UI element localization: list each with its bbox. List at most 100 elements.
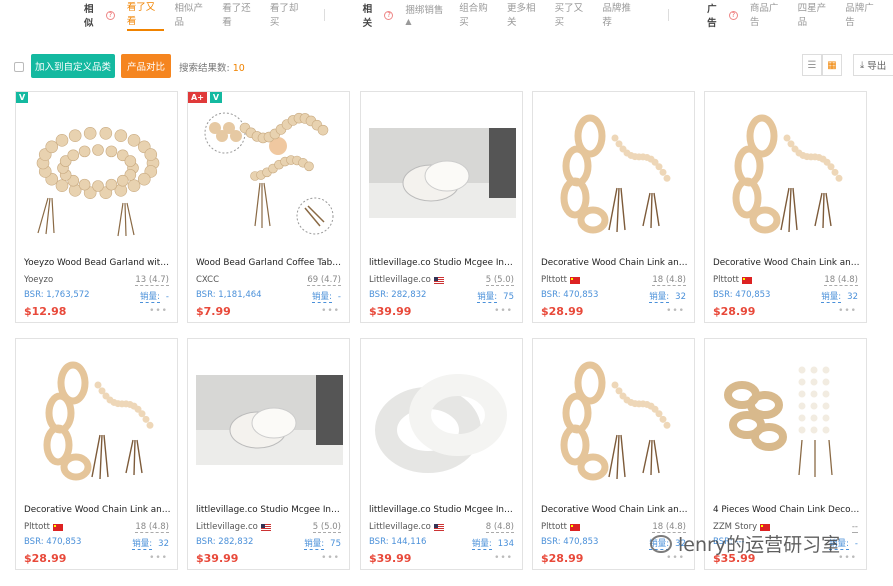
- product-image[interactable]: [24, 100, 171, 245]
- product-title[interactable]: Decorative Wood Chain Link and Bead: [713, 258, 860, 268]
- review-count[interactable]: 18 (4.8): [824, 275, 858, 286]
- watermark: lenry的运营研习室: [650, 530, 840, 557]
- product-title[interactable]: Decorative Wood Chain Link and Bead: [541, 258, 688, 268]
- sales-volume: 销量: 32: [649, 292, 686, 303]
- product-title[interactable]: Wood Bead Garland Coffee Table Decor: [196, 258, 343, 268]
- product-title[interactable]: littlevillage.co Studio Mcgee Inspired: [196, 505, 343, 515]
- hat-icon: ▲: [405, 16, 412, 26]
- tab-brand-recommend[interactable]: 品牌推荐: [602, 0, 640, 30]
- a-plus-badge: A+: [188, 92, 207, 103]
- product-image[interactable]: [541, 347, 688, 492]
- tab-product-ads[interactable]: 商品广告: [750, 0, 788, 30]
- product-brand[interactable]: Plttott: [541, 275, 581, 285]
- product-price: $28.99: [541, 305, 584, 318]
- verified-badge: V: [16, 92, 29, 103]
- product-card[interactable]: Decorative Wood Chain Link and Bead Pltt…: [704, 91, 867, 323]
- product-title[interactable]: Decorative Wood Chain Link and Bead: [24, 505, 171, 515]
- product-image[interactable]: [541, 100, 688, 245]
- tab-brand-ads[interactable]: 品牌广告: [845, 0, 883, 30]
- product-card[interactable]: Decorative Wood Chain Link and Bead Pltt…: [532, 91, 695, 323]
- product-image[interactable]: [196, 347, 343, 492]
- tab-similar-products[interactable]: 相似产品: [174, 0, 212, 30]
- bsr-rank: BSR: 470,853: [24, 537, 82, 547]
- tab-more-related[interactable]: 更多相关: [507, 0, 545, 30]
- review-count[interactable]: 13 (4.7): [135, 275, 169, 286]
- product-title[interactable]: littlevillage.co Studio Mcgee Inspired: [369, 258, 516, 268]
- product-price: $28.99: [24, 552, 67, 565]
- review-count[interactable]: 5 (5.0): [485, 275, 514, 286]
- us-flag-icon: [433, 523, 444, 531]
- compare-button[interactable]: 产品对比: [121, 54, 171, 78]
- product-brand[interactable]: Littlevillage.co: [196, 522, 271, 532]
- toolbar: 加入到自定义品类 产品对比 搜索结果数: 10 ☰ ▦ ⤓ 导出: [0, 54, 893, 80]
- tab-bundle[interactable]: 捆绑销售▲: [405, 2, 449, 29]
- more-options-icon[interactable]: •••: [321, 553, 340, 563]
- product-card[interactable]: littlevillage.co Studio Mcgee Inspired L…: [187, 338, 350, 570]
- help-icon[interactable]: ?: [728, 10, 738, 20]
- bsr-rank: BSR: 282,832: [196, 537, 254, 547]
- product-brand[interactable]: Plttott: [24, 522, 64, 532]
- product-brand[interactable]: Littlevillage.co: [369, 275, 444, 285]
- bsr-rank: BSR: 144,116: [369, 537, 427, 547]
- tab-bought-also-bought[interactable]: 买了又买: [555, 0, 593, 30]
- product-title[interactable]: Decorative Wood Chain Link and Bead: [541, 505, 688, 515]
- review-count[interactable]: 18 (4.8): [652, 275, 686, 286]
- more-options-icon[interactable]: •••: [838, 306, 857, 316]
- related-group: 相关? 捆绑销售▲ 组合购买 更多相关 买了又买 品牌推荐: [363, 0, 650, 30]
- product-card[interactable]: Decorative Wood Chain Link and Bead Pltt…: [15, 338, 178, 570]
- similar-title: 相似?: [84, 1, 115, 29]
- more-options-icon[interactable]: •••: [149, 306, 168, 316]
- similar-group: 相似? 看了又看 相似产品 看了还看 看了却买: [84, 0, 318, 31]
- product-image[interactable]: [369, 100, 516, 245]
- product-image[interactable]: [369, 347, 516, 492]
- review-count[interactable]: 69 (4.7): [307, 275, 341, 286]
- product-title[interactable]: littlevillage.co Studio Mcgee Inspired: [369, 505, 516, 515]
- top-tab-bar: 相似? 看了又看 相似产品 看了还看 看了却买 相关? 捆绑销售▲ 组合购买 更…: [0, 0, 893, 31]
- tab-four-star[interactable]: 四星产品: [798, 0, 836, 30]
- sales-volume: 销量: 134: [471, 539, 514, 550]
- product-brand[interactable]: Littlevillage.co: [369, 522, 444, 532]
- more-options-icon[interactable]: •••: [321, 306, 340, 316]
- list-view-icon[interactable]: ☰: [802, 54, 822, 76]
- more-options-icon[interactable]: •••: [494, 306, 513, 316]
- product-image[interactable]: [24, 347, 171, 492]
- more-options-icon[interactable]: •••: [149, 553, 168, 563]
- result-count: 搜索结果数: 10: [179, 63, 245, 74]
- sales-volume: 销量: 75: [477, 292, 514, 303]
- product-brand[interactable]: Yoeyzo: [24, 275, 53, 285]
- product-card[interactable]: V Yoeyzo Wood Bead Garland with Tassels …: [15, 91, 178, 323]
- divider: [323, 9, 325, 21]
- tab-combo[interactable]: 组合购买: [459, 0, 497, 30]
- product-card[interactable]: littlevillage.co Studio Mcgee Inspired L…: [360, 338, 523, 570]
- tab-viewed-also[interactable]: 看了还看: [222, 0, 260, 30]
- select-all-checkbox[interactable]: [14, 62, 24, 72]
- grid-view-icon[interactable]: ▦: [822, 54, 842, 76]
- product-image[interactable]: [196, 100, 343, 245]
- product-image[interactable]: [713, 100, 860, 245]
- review-count[interactable]: --: [851, 522, 858, 533]
- review-count[interactable]: 18 (4.8): [135, 522, 169, 533]
- tab-viewed-but-bought[interactable]: 看了却买: [270, 0, 308, 30]
- product-title[interactable]: 4 Pieces Wood Chain Link Decor Set: [713, 505, 860, 515]
- help-icon[interactable]: ?: [105, 10, 115, 20]
- product-brand[interactable]: CXCC: [196, 275, 219, 285]
- bsr-rank: BSR: 470,853: [541, 290, 599, 300]
- product-brand[interactable]: Plttott: [713, 275, 753, 285]
- more-options-icon[interactable]: •••: [838, 553, 857, 563]
- product-card[interactable]: littlevillage.co Studio Mcgee Inspired L…: [360, 91, 523, 323]
- review-count[interactable]: 5 (5.0): [312, 522, 341, 533]
- review-count[interactable]: 8 (4.8): [485, 522, 514, 533]
- us-flag-icon: [260, 523, 271, 531]
- tab-viewed-also-viewed[interactable]: 看了又看: [126, 0, 165, 31]
- product-card[interactable]: A+V Wood Bead Garland Coffee Table Decor…: [187, 91, 350, 323]
- more-options-icon[interactable]: •••: [494, 553, 513, 563]
- product-title[interactable]: Yoeyzo Wood Bead Garland with Tassels: [24, 258, 171, 268]
- product-brand[interactable]: Plttott: [541, 522, 581, 532]
- more-options-icon[interactable]: •••: [666, 306, 685, 316]
- help-icon[interactable]: ?: [384, 10, 394, 20]
- sales-volume: 销量: -: [312, 292, 341, 303]
- product-image[interactable]: [713, 347, 860, 492]
- export-button[interactable]: ⤓ 导出: [853, 54, 893, 76]
- add-custom-category-button[interactable]: 加入到自定义品类: [31, 54, 115, 78]
- cn-flag-icon: [570, 523, 581, 531]
